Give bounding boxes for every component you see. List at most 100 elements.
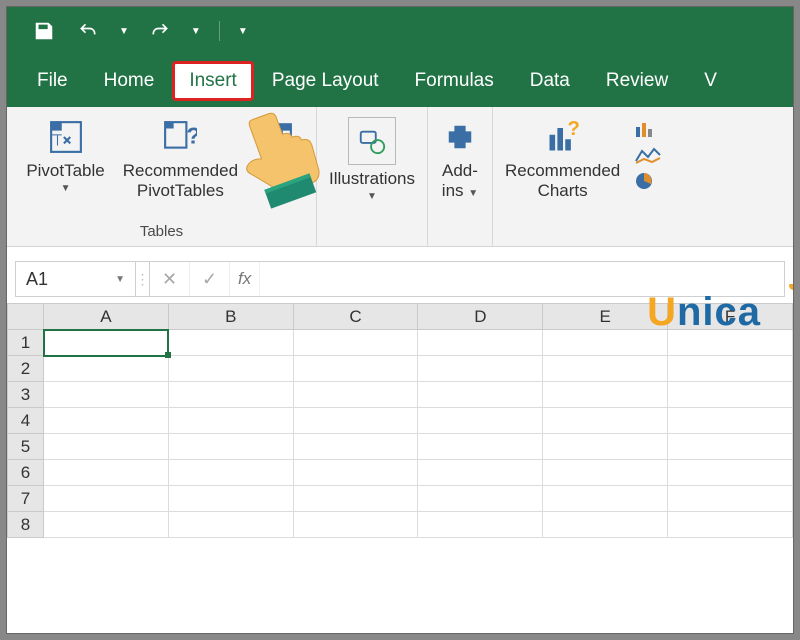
cell[interactable] <box>668 356 793 382</box>
cell[interactable] <box>543 486 668 512</box>
recommended-charts-button[interactable]: ? RecommendedCharts <box>497 113 628 204</box>
chart-type-quickpick[interactable] <box>630 113 666 197</box>
cell[interactable] <box>668 382 793 408</box>
tab-home[interactable]: Home <box>86 60 173 102</box>
cell[interactable] <box>668 434 793 460</box>
redo-icon[interactable] <box>147 18 173 44</box>
cell[interactable] <box>293 512 418 538</box>
cell[interactable] <box>418 408 543 434</box>
undo-dropdown-icon[interactable]: ▼ <box>119 26 129 37</box>
cell[interactable] <box>293 330 418 356</box>
cell[interactable] <box>668 330 793 356</box>
row-header[interactable]: 7 <box>8 486 44 512</box>
cell[interactable] <box>168 382 293 408</box>
cell[interactable] <box>418 486 543 512</box>
cell[interactable] <box>543 408 668 434</box>
tab-insert[interactable]: Insert <box>172 61 254 101</box>
row-header[interactable]: 5 <box>8 434 44 460</box>
cell[interactable] <box>418 460 543 486</box>
column-chart-icon[interactable] <box>634 119 662 139</box>
cell[interactable] <box>418 330 543 356</box>
customize-qat-icon[interactable]: ▼ <box>238 26 248 37</box>
addins-button[interactable]: Add-ins ▼ <box>432 113 488 204</box>
cell[interactable] <box>168 434 293 460</box>
group-illustrations: Illustrations ▼ <box>317 107 428 246</box>
pivottable-button[interactable]: PivotTable ▼ <box>18 113 112 198</box>
cell[interactable] <box>168 486 293 512</box>
cell-a1[interactable] <box>44 330 169 356</box>
cell[interactable] <box>418 434 543 460</box>
cell[interactable] <box>293 382 418 408</box>
insert-function-button[interactable]: fx <box>230 262 260 296</box>
name-box[interactable]: A1 ▼ <box>16 262 136 296</box>
formula-input[interactable] <box>260 262 784 296</box>
cell[interactable] <box>44 512 169 538</box>
recommended-pivottables-button[interactable]: ? RecommendedPivotTables <box>115 113 246 204</box>
tab-data[interactable]: Data <box>512 60 588 102</box>
cell[interactable] <box>293 434 418 460</box>
cell[interactable] <box>668 512 793 538</box>
column-header[interactable]: B <box>168 304 293 330</box>
cell[interactable] <box>418 382 543 408</box>
tab-formulas[interactable]: Formulas <box>397 60 512 102</box>
cell[interactable] <box>168 460 293 486</box>
cell[interactable] <box>168 330 293 356</box>
pivottable-label: PivotTable <box>26 161 104 181</box>
cell[interactable] <box>44 408 169 434</box>
chevron-down-icon[interactable]: ▼ <box>115 274 125 285</box>
cell[interactable] <box>293 356 418 382</box>
tab-file[interactable]: File <box>19 60 86 102</box>
cell[interactable] <box>543 356 668 382</box>
column-header[interactable]: F <box>668 304 793 330</box>
line-chart-icon[interactable] <box>634 145 662 165</box>
tab-view[interactable]: V <box>686 60 735 102</box>
cell[interactable] <box>168 512 293 538</box>
row-header[interactable]: 2 <box>8 356 44 382</box>
pie-chart-icon[interactable] <box>634 171 662 191</box>
table-button[interactable]: Table <box>248 113 305 185</box>
cell[interactable] <box>293 408 418 434</box>
cell[interactable] <box>668 460 793 486</box>
cell[interactable] <box>44 434 169 460</box>
formula-bar: A1 ▼ ⋮ ✕ ✓ fx <box>15 261 785 297</box>
cell[interactable] <box>543 434 668 460</box>
tab-review[interactable]: Review <box>588 60 686 102</box>
column-header[interactable]: D <box>418 304 543 330</box>
worksheet-grid[interactable]: A B C D E F 1 2 3 4 5 6 7 8 <box>7 303 793 538</box>
cell[interactable] <box>668 408 793 434</box>
undo-icon[interactable] <box>75 18 101 44</box>
column-header[interactable]: E <box>543 304 668 330</box>
cell[interactable] <box>543 330 668 356</box>
tab-page-layout[interactable]: Page Layout <box>254 60 397 102</box>
column-header[interactable]: C <box>293 304 418 330</box>
illustrations-label: Illustrations <box>329 169 415 189</box>
cell[interactable] <box>44 460 169 486</box>
cell[interactable] <box>293 486 418 512</box>
enter-icon[interactable]: ✓ <box>190 262 230 296</box>
save-icon[interactable] <box>31 18 57 44</box>
svg-text:?: ? <box>187 122 198 148</box>
cell[interactable] <box>543 512 668 538</box>
group-charts: ? RecommendedCharts <box>493 107 670 246</box>
cell[interactable] <box>44 486 169 512</box>
cell[interactable] <box>44 382 169 408</box>
column-header[interactable]: A <box>44 304 169 330</box>
select-all-corner[interactable] <box>8 304 44 330</box>
cell[interactable] <box>543 382 668 408</box>
row-header[interactable]: 4 <box>8 408 44 434</box>
cell[interactable] <box>293 460 418 486</box>
cancel-icon[interactable]: ✕ <box>150 262 190 296</box>
row-header[interactable]: 1 <box>8 330 44 356</box>
cell[interactable] <box>418 356 543 382</box>
cell[interactable] <box>168 356 293 382</box>
cell[interactable] <box>44 356 169 382</box>
row-header[interactable]: 3 <box>8 382 44 408</box>
row-header[interactable]: 8 <box>8 512 44 538</box>
cell[interactable] <box>543 460 668 486</box>
illustrations-button[interactable]: Illustrations ▼ <box>321 113 423 206</box>
row-header[interactable]: 6 <box>8 460 44 486</box>
redo-dropdown-icon[interactable]: ▼ <box>191 26 201 37</box>
cell[interactable] <box>168 408 293 434</box>
cell[interactable] <box>668 486 793 512</box>
cell[interactable] <box>418 512 543 538</box>
